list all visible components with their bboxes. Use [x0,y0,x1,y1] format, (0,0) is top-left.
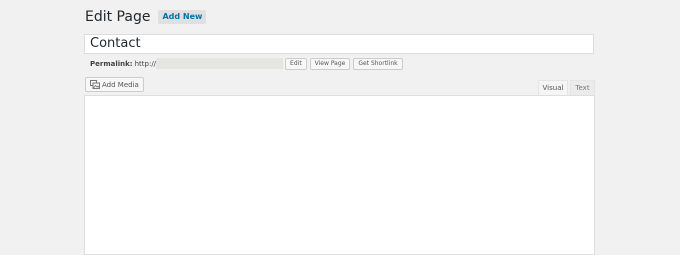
view-page-button[interactable]: View Page [309,57,351,70]
tab-text[interactable]: Text [570,80,595,95]
add-media-label: Add Media [102,80,139,89]
page-title: Edit Page [85,9,151,25]
title-input[interactable]: Contact [84,34,594,54]
content-editor[interactable] [84,95,595,255]
get-shortlink-button[interactable]: Get Shortlink [353,57,403,70]
tab-visual[interactable]: Visual [538,80,568,95]
add-media-button[interactable]: Add Media [85,77,144,92]
add-media-icon [90,80,100,89]
editor-tabs: Visual Text [538,80,595,95]
permalink-slug[interactable] [156,58,284,69]
permalink-label: Permalink: [90,59,133,68]
page-header: Edit Page Add New [85,7,207,27]
add-new-button[interactable]: Add New [158,10,207,24]
permalink-bar: Permalink: http:// Edit View Page Get Sh… [90,57,406,70]
edit-permalink-button[interactable]: Edit [285,57,307,70]
permalink-url[interactable]: http:// [135,60,156,68]
